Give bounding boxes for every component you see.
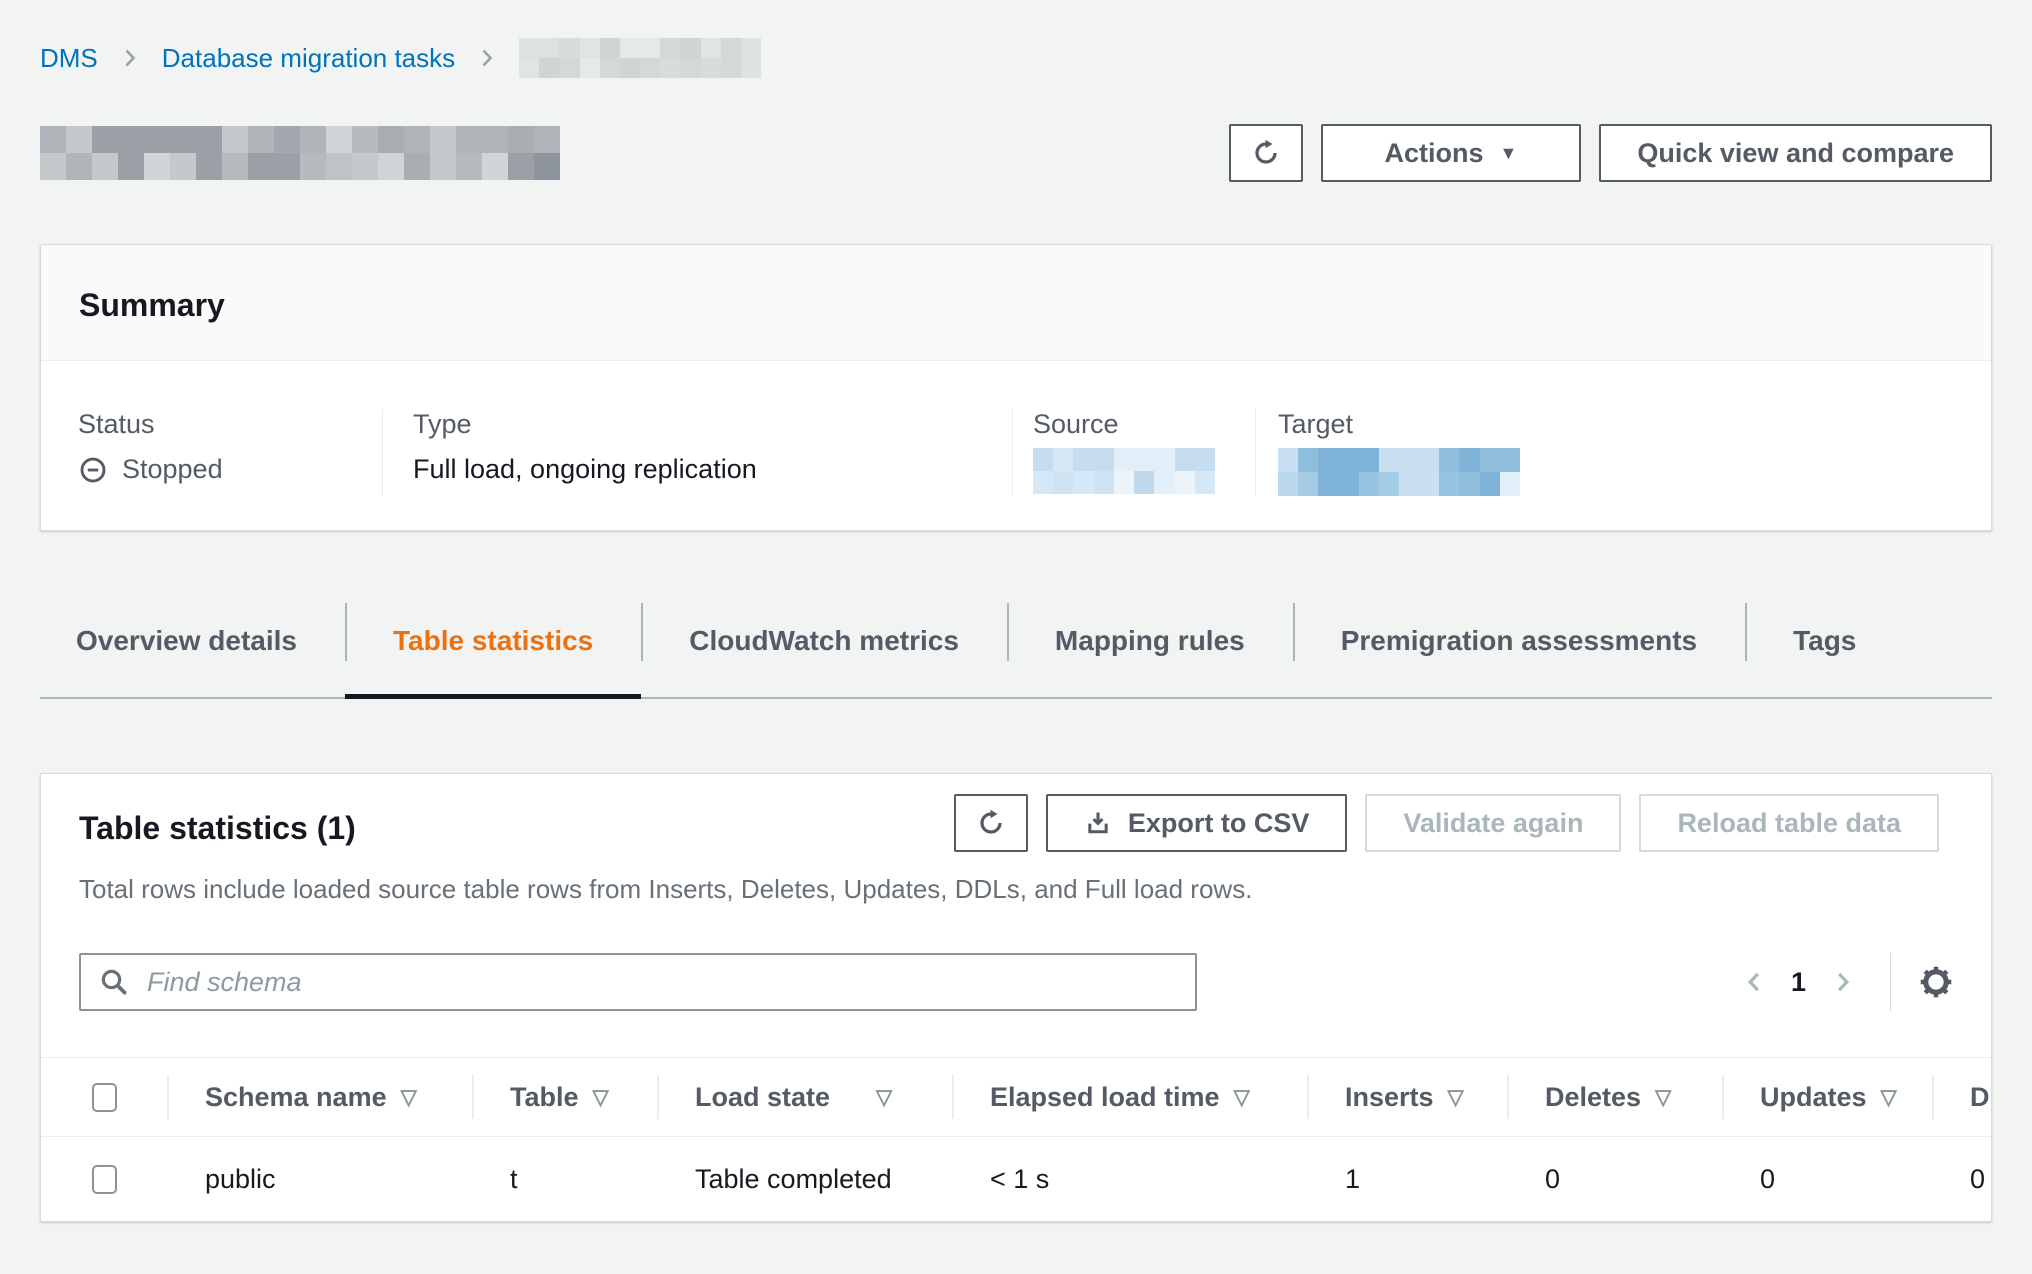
table-preferences-gear-icon[interactable]: [1919, 965, 1953, 999]
column-header-elapsed-load-time[interactable]: Elapsed load time▽: [952, 1058, 1307, 1136]
sort-icon[interactable]: ▽: [593, 1085, 609, 1110]
dms-task-page: DMS Database migration tasks Actions: [0, 0, 2032, 1222]
breadcrumb-current-redacted: [519, 38, 761, 78]
column-header-load-state[interactable]: Load state▽: [657, 1058, 952, 1136]
source-label: Source: [1033, 409, 1255, 440]
caret-down-icon: ▼: [1500, 144, 1518, 162]
table-header-row: Schema name▽ Table▽ Load state▽ Elapsed …: [41, 1058, 1991, 1137]
summary-card: Summary Status Stopped Type Full load, o…: [40, 244, 1992, 531]
chevron-right-icon: [475, 46, 499, 70]
refresh-icon: [1251, 138, 1281, 168]
find-schema-input[interactable]: [79, 953, 1197, 1011]
page-header: Actions ▼ Quick view and compare: [40, 124, 1992, 182]
schema-search: [79, 953, 1197, 1011]
quick-view-compare-button[interactable]: Quick view and compare: [1599, 124, 1992, 182]
status-label: Status: [78, 409, 382, 440]
table-statistics-header: Table statistics (1): [41, 774, 1991, 852]
breadcrumb-link-dms[interactable]: DMS: [40, 43, 98, 74]
status-value: Stopped: [78, 454, 382, 485]
pager-divider: [1890, 953, 1891, 1011]
row-select-cell: [41, 1137, 167, 1221]
cell-updates: 0: [1722, 1164, 1932, 1195]
task-tabs: Overview details Table statistics CloudW…: [40, 601, 1992, 699]
page-title-redacted: [40, 126, 560, 180]
breadcrumb: DMS Database migration tasks: [40, 0, 1992, 78]
pagination: 1: [1731, 953, 1953, 1011]
summary-field-source: Source: [1012, 409, 1255, 496]
page-header-actions: Actions ▼ Quick view and compare: [1229, 124, 1992, 182]
select-all-cell: [41, 1058, 167, 1136]
validate-again-button[interactable]: Validate again: [1365, 794, 1621, 852]
cell-inserts: 1: [1307, 1164, 1507, 1195]
chevron-right-icon: [118, 46, 142, 70]
cell-ddls-clipped: 0: [1932, 1164, 1991, 1195]
next-page-button[interactable]: [1820, 959, 1866, 1005]
column-header-schema-name[interactable]: Schema name▽: [167, 1058, 472, 1136]
summary-title: Summary: [79, 287, 1953, 324]
tab-mapping-rules[interactable]: Mapping rules: [1007, 601, 1293, 697]
target-value-redacted[interactable]: [1278, 448, 1520, 496]
summary-field-target: Target: [1255, 409, 1991, 496]
table-filter-row: 1: [79, 953, 1953, 1011]
refresh-icon: [976, 808, 1006, 838]
target-label: Target: [1278, 409, 1991, 440]
refresh-button[interactable]: [1229, 124, 1303, 182]
select-all-checkbox[interactable]: [92, 1083, 117, 1112]
table-row[interactable]: public t Table completed < 1 s 1 0 0 0: [41, 1137, 1991, 1221]
cell-elapsed-load-time: < 1 s: [952, 1164, 1307, 1195]
summary-header: Summary: [41, 245, 1991, 361]
tab-tags[interactable]: Tags: [1745, 601, 1904, 697]
breadcrumb-link-tasks[interactable]: Database migration tasks: [162, 43, 455, 74]
cell-deletes: 0: [1507, 1164, 1722, 1195]
sort-icon[interactable]: ▽: [1234, 1085, 1250, 1110]
summary-field-status: Status Stopped: [41, 409, 382, 496]
column-header-updates[interactable]: Updates▽: [1722, 1058, 1932, 1136]
row-checkbox[interactable]: [92, 1165, 117, 1194]
type-label: Type: [413, 409, 1012, 440]
summary-body: Status Stopped Type Full load, ongoing r…: [41, 361, 1991, 530]
stopped-icon: [78, 455, 108, 485]
table-statistics-table: Schema name▽ Table▽ Load state▽ Elapsed …: [41, 1057, 1991, 1221]
sort-icon[interactable]: ▽: [1448, 1085, 1464, 1110]
tab-table-statistics[interactable]: Table statistics: [345, 601, 641, 697]
reload-table-data-button[interactable]: Reload table data: [1639, 794, 1939, 852]
search-icon: [99, 967, 129, 997]
table-statistics-title: Table statistics (1): [79, 810, 356, 847]
source-value-redacted[interactable]: [1033, 448, 1215, 494]
column-header-inserts[interactable]: Inserts▽: [1307, 1058, 1507, 1136]
cell-schema-name: public: [167, 1164, 472, 1195]
column-header-deletes[interactable]: Deletes▽: [1507, 1058, 1722, 1136]
download-icon: [1084, 809, 1112, 837]
sort-icon[interactable]: ▽: [1655, 1085, 1671, 1110]
table-statistics-description: Total rows include loaded source table r…: [41, 874, 1991, 905]
type-value: Full load, ongoing replication: [413, 454, 1012, 485]
current-page-number[interactable]: 1: [1791, 967, 1806, 998]
table-statistics-card: Table statistics (1): [40, 773, 1992, 1222]
sort-icon[interactable]: ▽: [876, 1085, 892, 1110]
column-header-ddls-clipped[interactable]: D: [1932, 1058, 1991, 1136]
sort-icon[interactable]: ▽: [1881, 1085, 1897, 1110]
cell-table: t: [472, 1164, 657, 1195]
table-refresh-button[interactable]: [954, 794, 1028, 852]
table-statistics-toolbar: Export to CSV Validate again Reload tabl…: [954, 794, 1939, 852]
export-to-csv-button[interactable]: Export to CSV: [1046, 794, 1348, 852]
column-header-table[interactable]: Table▽: [472, 1058, 657, 1136]
tab-premigration-assessments[interactable]: Premigration assessments: [1293, 601, 1745, 697]
sort-icon[interactable]: ▽: [401, 1085, 417, 1110]
tab-cloudwatch-metrics[interactable]: CloudWatch metrics: [641, 601, 1007, 697]
cell-load-state: Table completed: [657, 1164, 952, 1195]
previous-page-button[interactable]: [1731, 959, 1777, 1005]
summary-field-type: Type Full load, ongoing replication: [382, 409, 1012, 496]
tab-overview-details[interactable]: Overview details: [40, 601, 345, 697]
actions-button[interactable]: Actions ▼: [1321, 124, 1582, 182]
